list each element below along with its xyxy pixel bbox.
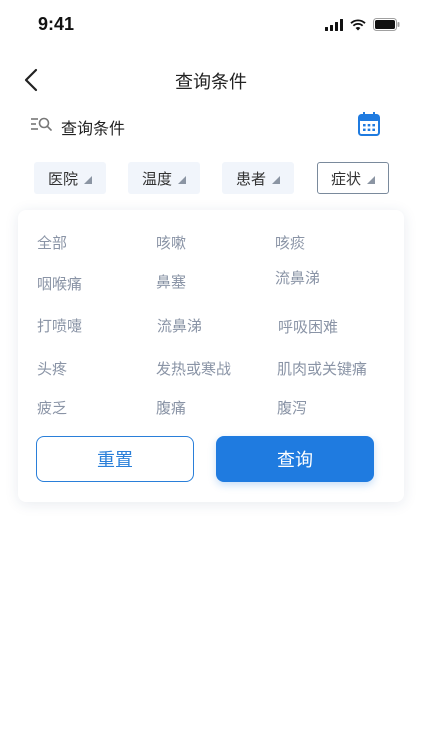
calendar-icon <box>358 111 380 136</box>
query-button[interactable]: 查询 <box>216 436 374 482</box>
filter-search-icon <box>31 117 52 131</box>
filter-tabs: 医院 温度 患者 症状 <box>34 162 394 194</box>
filter-tab-label: 温度 <box>141 169 172 188</box>
dropdown-triangle-icon <box>367 176 375 184</box>
search-label: 查询条件 <box>61 119 126 138</box>
status-icons <box>325 18 400 31</box>
nav-bar: 查询条件 <box>0 58 422 102</box>
symptom-option-all[interactable]: 全部 <box>37 232 67 253</box>
symptom-option-nasal-congestion[interactable]: 鼻塞 <box>156 271 186 292</box>
wifi-icon <box>350 18 366 30</box>
cellular-signal-icon <box>325 18 343 31</box>
symptom-option-muscle-joint-pain[interactable]: 肌肉或关键痛 <box>277 358 367 379</box>
dropdown-triangle-icon <box>178 176 186 184</box>
page-title: 查询条件 <box>175 72 247 93</box>
symptom-option-phlegm[interactable]: 咳痰 <box>275 232 305 253</box>
symptom-option-sore-throat[interactable]: 咽喉痛 <box>37 273 82 294</box>
filter-tab-label: 患者 <box>235 169 266 188</box>
symptom-option-fatigue[interactable]: 疲乏 <box>37 397 67 418</box>
filter-tab-patient[interactable]: 患者 <box>222 162 294 194</box>
filter-tab-temperature[interactable]: 温度 <box>128 162 200 194</box>
symptom-option-runny-nose[interactable]: 流鼻涕 <box>275 267 320 288</box>
search-row[interactable]: 查询条件 <box>30 111 390 140</box>
calendar-button[interactable] <box>358 111 382 138</box>
filter-tab-symptom[interactable]: 症状 <box>317 162 389 194</box>
screen: 9:41 查询条件 查询条件 医院 温度 患者 症状 全部 咳嗽 咳痰 咽喉痛 … <box>0 0 422 750</box>
symptom-option-cough[interactable]: 咳嗽 <box>156 232 186 253</box>
dropdown-triangle-icon <box>272 176 280 184</box>
symptom-option-diarrhea[interactable]: 腹泻 <box>277 397 307 418</box>
filter-tab-hospital[interactable]: 医院 <box>34 162 106 194</box>
reset-button[interactable]: 重置 <box>36 436 194 482</box>
battery-icon <box>373 18 400 31</box>
symptom-panel: 全部 咳嗽 咳痰 咽喉痛 鼻塞 流鼻涕 打喷嚏 流鼻涕 呼吸困难 头疼 发热或寒… <box>18 210 404 502</box>
symptom-option-sneeze[interactable]: 打喷嚏 <box>37 315 82 336</box>
dropdown-triangle-icon <box>84 176 92 184</box>
filter-tab-label: 医院 <box>47 169 78 188</box>
symptom-option-dyspnea[interactable]: 呼吸困难 <box>278 316 338 337</box>
symptom-option-runny-nose-2[interactable]: 流鼻涕 <box>157 315 202 336</box>
symptom-option-headache[interactable]: 头疼 <box>37 358 67 379</box>
filter-tab-label: 症状 <box>330 169 361 188</box>
symptom-option-fever-chills[interactable]: 发热或寒战 <box>156 358 231 379</box>
status-bar: 9:41 <box>0 0 422 50</box>
symptom-option-abdominal-pain[interactable]: 腹痛 <box>156 397 186 418</box>
status-time: 9:41 <box>38 14 75 34</box>
